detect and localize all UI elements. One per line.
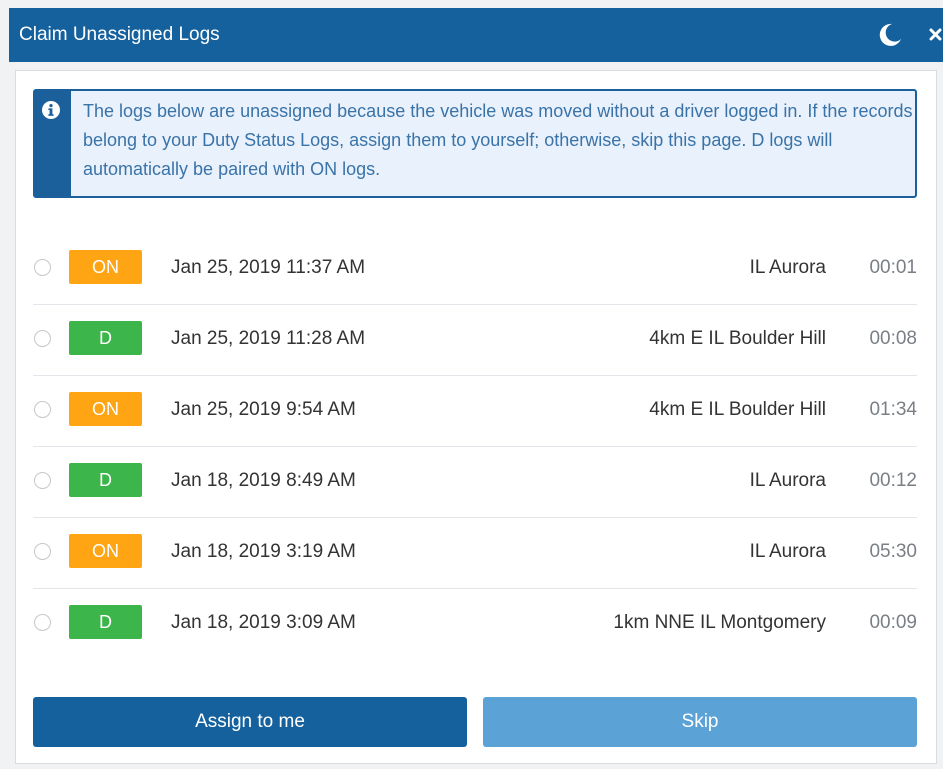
- dialog-panel: The logs below are unassigned because th…: [15, 70, 937, 764]
- status-badge: D: [69, 463, 142, 497]
- log-row[interactable]: ON Jan 25, 2019 9:54 AM 4km E IL Boulder…: [33, 376, 917, 447]
- log-duration: 01:34: [869, 399, 917, 420]
- log-row[interactable]: D Jan 25, 2019 11:28 AM 4km E IL Boulder…: [33, 305, 917, 376]
- log-select-radio[interactable]: [34, 259, 51, 276]
- moon-icon[interactable]: [875, 20, 905, 50]
- log-select-radio[interactable]: [34, 543, 51, 560]
- log-location: 4km E IL Boulder Hill: [649, 328, 826, 349]
- log-duration: 05:30: [869, 541, 917, 562]
- log-datetime: Jan 25, 2019 11:28 AM: [171, 328, 366, 349]
- log-row[interactable]: D Jan 18, 2019 8:49 AM IL Aurora 00:12: [33, 447, 917, 518]
- log-location: 1km NNE IL Montgomery: [613, 612, 826, 633]
- log-row[interactable]: ON Jan 18, 2019 3:19 AM IL Aurora 05:30: [33, 518, 917, 589]
- info-notice: The logs below are unassigned because th…: [33, 89, 917, 198]
- log-datetime: Jan 25, 2019 9:54 AM: [171, 399, 356, 420]
- log-location: IL Aurora: [749, 541, 826, 562]
- log-datetime: Jan 25, 2019 11:37 AM: [171, 257, 366, 278]
- status-badge: D: [69, 605, 142, 639]
- log-select-radio[interactable]: [34, 614, 51, 631]
- info-text: The logs below are unassigned because th…: [83, 101, 913, 179]
- log-datetime: Jan 18, 2019 3:19 AM: [171, 541, 356, 562]
- window-title: Claim Unassigned Logs: [19, 24, 220, 45]
- log-list: ON Jan 25, 2019 11:37 AM IL Aurora 00:01…: [33, 234, 917, 660]
- log-duration: 00:08: [869, 328, 917, 349]
- log-row[interactable]: D Jan 18, 2019 3:09 AM 1km NNE IL Montgo…: [33, 589, 917, 660]
- status-badge: ON: [69, 250, 142, 284]
- claim-logs-window: Claim Unassigned Logs The logs below are…: [0, 0, 943, 769]
- skip-button[interactable]: Skip: [483, 697, 917, 747]
- log-location: IL Aurora: [749, 470, 826, 491]
- info-icon: [41, 100, 61, 120]
- log-location: 4km E IL Boulder Hill: [649, 399, 826, 420]
- status-badge: ON: [69, 534, 142, 568]
- close-icon[interactable]: [927, 20, 943, 50]
- status-badge: D: [69, 321, 142, 355]
- title-bar: Claim Unassigned Logs: [9, 8, 943, 62]
- assign-to-me-button[interactable]: Assign to me: [33, 697, 467, 747]
- log-datetime: Jan 18, 2019 8:49 AM: [171, 470, 356, 491]
- log-location: IL Aurora: [749, 257, 826, 278]
- log-duration: 00:01: [869, 257, 917, 278]
- log-select-radio[interactable]: [34, 472, 51, 489]
- log-row[interactable]: ON Jan 25, 2019 11:37 AM IL Aurora 00:01: [33, 234, 917, 305]
- log-duration: 00:12: [869, 470, 917, 491]
- log-duration: 00:09: [869, 612, 917, 633]
- log-datetime: Jan 18, 2019 3:09 AM: [171, 612, 356, 633]
- log-select-radio[interactable]: [34, 330, 51, 347]
- status-badge: ON: [69, 392, 142, 426]
- log-select-radio[interactable]: [34, 401, 51, 418]
